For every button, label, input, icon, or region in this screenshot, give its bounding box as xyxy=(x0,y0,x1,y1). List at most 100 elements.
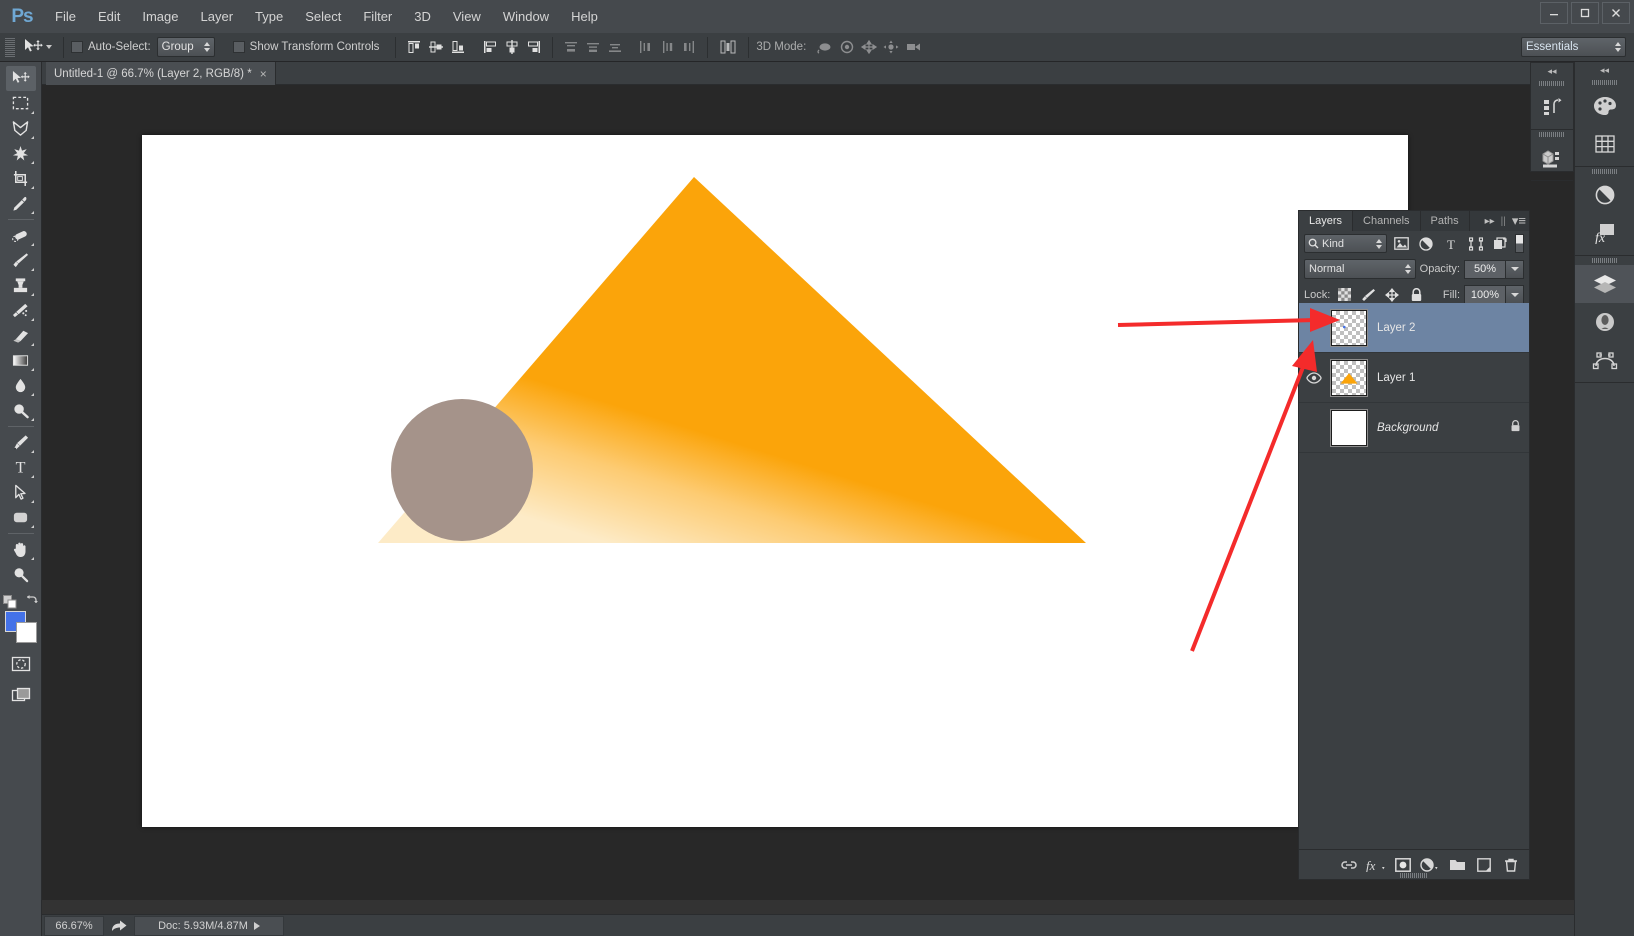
layer-name[interactable]: Layer 2 xyxy=(1377,322,1415,334)
tool-blur-tool[interactable] xyxy=(6,373,36,398)
tool-crop-tool[interactable] xyxy=(6,166,36,191)
distribute-right-edges-button[interactable] xyxy=(678,36,700,58)
rail-grip[interactable] xyxy=(1575,78,1634,87)
tab-channels[interactable]: Channels xyxy=(1353,211,1420,231)
panel-menu-icon[interactable]: ▾≡ xyxy=(1512,213,1526,229)
tool-eraser-tool[interactable] xyxy=(6,323,36,348)
tool-clone-stamp-tool[interactable] xyxy=(6,273,36,298)
close-document-icon[interactable]: × xyxy=(260,68,267,80)
slide-3d-object-button[interactable] xyxy=(880,36,902,58)
expand-panels-button[interactable]: ◂◂ xyxy=(1575,62,1634,78)
tool-zoom-tool[interactable] xyxy=(6,562,36,587)
align-left-edges-button[interactable] xyxy=(479,36,501,58)
default-foreground-background-colors-icon[interactable] xyxy=(3,595,19,609)
align-horizontal-centers-button[interactable] xyxy=(501,36,523,58)
layer-thumbnail[interactable] xyxy=(1331,310,1367,346)
rail-grip[interactable] xyxy=(1531,79,1573,88)
auto-select-checkbox[interactable] xyxy=(71,41,83,53)
menu-item-filter[interactable]: Filter xyxy=(352,0,403,33)
menu-item-type[interactable]: Type xyxy=(244,0,294,33)
collapse-panels-button[interactable]: ◂◂ xyxy=(1531,63,1573,79)
expand-arrow-icon[interactable] xyxy=(254,922,260,930)
lock-transparent-pixels-icon[interactable] xyxy=(1334,286,1354,304)
link-layers-icon[interactable] xyxy=(1337,853,1361,877)
lock-all-icon[interactable] xyxy=(1406,286,1426,304)
switch-colors-icon[interactable] xyxy=(24,595,38,609)
artboard[interactable] xyxy=(142,135,1408,827)
menu-item-image[interactable]: Image xyxy=(131,0,189,33)
auto-align-layers-button[interactable] xyxy=(715,36,741,58)
layer-thumbnail[interactable] xyxy=(1331,360,1367,396)
rail-grip[interactable] xyxy=(1575,256,1634,265)
table-row[interactable]: Layer 1 xyxy=(1299,353,1529,403)
tool-gradient-tool[interactable] xyxy=(6,348,36,373)
close-button[interactable] xyxy=(1602,2,1630,24)
tool-pen-tool[interactable] xyxy=(6,430,36,455)
layer-visibility-toggle[interactable] xyxy=(1301,372,1327,384)
scale-3d-camera-button[interactable] xyxy=(902,36,924,58)
options-bar-grip[interactable] xyxy=(5,38,15,57)
layer-thumbnail[interactable] xyxy=(1331,410,1367,446)
tool-eyedropper-tool[interactable] xyxy=(6,191,36,216)
lock-image-pixels-icon[interactable] xyxy=(1358,286,1378,304)
swatches-panel-icon[interactable] xyxy=(1575,125,1634,163)
zoom-level-field[interactable]: 66.67% xyxy=(44,916,104,936)
3d-panel-icon[interactable] xyxy=(1531,139,1573,177)
tool-rounded-rectangle-tool[interactable] xyxy=(6,505,36,530)
workspace-select[interactable]: Essentials xyxy=(1521,37,1626,57)
tool-path-selection-tool[interactable] xyxy=(6,480,36,505)
document-tab[interactable]: Untitled-1 @ 66.7% (Layer 2, RGB/8) * × xyxy=(46,62,276,85)
distribute-bottom-edges-button[interactable] xyxy=(604,36,626,58)
paths-panel-icon[interactable] xyxy=(1575,341,1634,379)
tool-quick-selection-tool[interactable] xyxy=(6,141,36,166)
rail-grip[interactable] xyxy=(1575,167,1634,176)
rotate-3d-object-button[interactable] xyxy=(814,36,836,58)
panel-resize-grip[interactable] xyxy=(1400,873,1428,878)
menu-item-edit[interactable]: Edit xyxy=(87,0,131,33)
tool-hand-tool[interactable] xyxy=(6,537,36,562)
pan-3d-object-button[interactable] xyxy=(858,36,880,58)
change-screen-mode-button[interactable] xyxy=(6,682,36,707)
filter-type-layers-icon[interactable]: T xyxy=(1441,234,1462,253)
background-color-swatch[interactable] xyxy=(16,622,37,643)
tool-move-tool[interactable] xyxy=(6,66,36,91)
layer-filter-kind-select[interactable]: Kind xyxy=(1304,234,1387,253)
tool-lasso-tool[interactable] xyxy=(6,116,36,141)
panel-drag-handle[interactable]: || xyxy=(1501,216,1506,227)
menu-item-view[interactable]: View xyxy=(442,0,492,33)
rail-grip[interactable] xyxy=(1531,130,1573,139)
align-bottom-edges-button[interactable] xyxy=(447,36,469,58)
menu-item-help[interactable]: Help xyxy=(560,0,609,33)
layer-name[interactable]: Background xyxy=(1377,422,1438,434)
filter-adjustment-layers-icon[interactable] xyxy=(1416,234,1437,253)
color-panel-icon[interactable] xyxy=(1575,87,1634,125)
tool-dodge-tool[interactable] xyxy=(6,398,36,423)
filter-shape-layers-icon[interactable] xyxy=(1465,234,1486,253)
tab-paths[interactable]: Paths xyxy=(1421,211,1470,231)
blend-mode-select[interactable]: Normal xyxy=(1304,259,1416,279)
table-row[interactable]: Layer 2 xyxy=(1299,303,1529,353)
tab-layers[interactable]: Layers xyxy=(1299,211,1353,231)
distribute-left-edges-button[interactable] xyxy=(634,36,656,58)
layers-panel-icon[interactable] xyxy=(1575,265,1634,303)
tool-horizontal-type-tool[interactable]: T xyxy=(6,455,36,480)
tool-brush-tool[interactable] xyxy=(6,248,36,273)
history-panel-icon[interactable] xyxy=(1531,88,1573,126)
active-tool-preset-picker[interactable] xyxy=(19,36,56,59)
filter-enable-toggle[interactable] xyxy=(1515,234,1525,253)
share-icon[interactable] xyxy=(104,919,134,933)
align-vertical-centers-button[interactable] xyxy=(425,36,447,58)
table-row[interactable]: Background xyxy=(1299,403,1529,453)
roll-3d-object-button[interactable] xyxy=(836,36,858,58)
tool-rectangular-marquee-tool[interactable] xyxy=(6,91,36,116)
tool-spot-healing-brush-tool[interactable] xyxy=(6,223,36,248)
fill-dropdown-button[interactable] xyxy=(1506,285,1524,304)
maximize-button[interactable] xyxy=(1571,2,1599,24)
fill-value-field[interactable]: 100% xyxy=(1464,285,1506,304)
menu-item-3d[interactable]: 3D xyxy=(403,0,442,33)
opacity-dropdown-button[interactable] xyxy=(1506,260,1524,279)
channels-panel-icon[interactable] xyxy=(1575,303,1634,341)
filter-smart-objects-icon[interactable] xyxy=(1490,234,1511,253)
menu-item-file[interactable]: File xyxy=(44,0,87,33)
minimize-button[interactable] xyxy=(1540,2,1568,24)
